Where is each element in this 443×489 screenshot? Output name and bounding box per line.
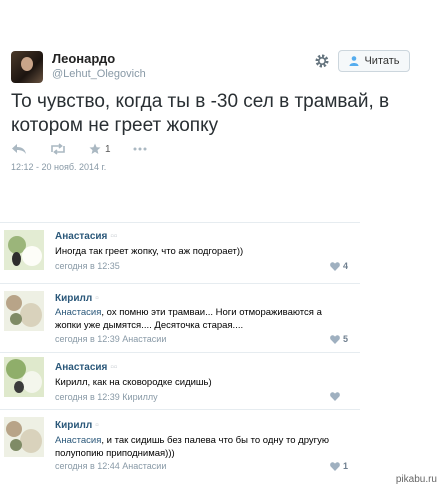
comment-text: Иногда так греет жопку, что аж подгорает… xyxy=(55,246,244,257)
divider xyxy=(0,409,360,410)
star-icon xyxy=(89,143,101,154)
avatar[interactable] xyxy=(4,291,44,331)
avatar[interactable] xyxy=(4,357,44,397)
author-avatar[interactable] xyxy=(11,51,43,83)
comment-author-name: Анастасия xyxy=(55,231,108,242)
comment-author[interactable]: Анастасия ▫▫ xyxy=(55,362,117,373)
author-handle[interactable]: @Lehut_Olegovich xyxy=(52,68,146,80)
comment-text: Анастасия, ох помню эти трамваи... Ноги … xyxy=(55,306,340,332)
more-icon[interactable] xyxy=(133,147,147,151)
obscured-text: ▫ xyxy=(95,420,99,431)
like-count: 5 xyxy=(343,334,349,344)
avatar[interactable] xyxy=(4,230,44,270)
like-button[interactable] xyxy=(330,392,343,401)
like-button[interactable]: 1 xyxy=(330,461,348,471)
comment-author[interactable]: Кирилл ▫ xyxy=(55,420,99,431)
follow-user-icon xyxy=(349,56,359,66)
comment-author-name: Кирилл xyxy=(55,420,93,431)
comment-text: Анастасия, и так сидишь без палева что б… xyxy=(55,434,340,460)
retweet-icon[interactable] xyxy=(49,143,67,155)
obscured-text: ▫▫ xyxy=(110,231,118,242)
comment-meta[interactable]: сегодня в 12:39 Кириллу xyxy=(55,392,158,402)
favorite-count: 1 xyxy=(105,143,111,155)
like-button[interactable]: 4 xyxy=(330,261,348,271)
like-count: 4 xyxy=(343,261,349,271)
tweet-text: То чувство, когда ты в -30 сел в трамвай… xyxy=(11,91,390,136)
follow-label: Читать xyxy=(364,55,400,67)
divider xyxy=(0,352,360,353)
divider xyxy=(0,283,360,284)
comment-author-name: Кирилл xyxy=(55,293,93,304)
comment-text: Кирилл, как на сковородке сидишь) xyxy=(55,377,212,388)
gear-icon[interactable] xyxy=(314,53,330,69)
obscured-text: ▫▫ xyxy=(110,362,118,373)
comment-author-name: Анастасия xyxy=(55,362,108,373)
heart-icon xyxy=(330,261,340,271)
mention-link[interactable]: Анастасия xyxy=(55,307,101,318)
obscured-text: ▫ xyxy=(95,293,99,304)
tweet-timestamp[interactable]: 12:12 - 20 нояб. 2014 г. xyxy=(11,162,106,172)
avatar[interactable] xyxy=(4,417,44,457)
heart-icon xyxy=(330,334,340,344)
tweet-card: Леонардо @Lehut_Olegovich Читать То чувс… xyxy=(0,0,443,205)
comment-meta[interactable]: сегодня в 12:39 Анастасии xyxy=(55,334,166,344)
watermark: pikabu.ru xyxy=(395,474,437,485)
comment-meta[interactable]: сегодня в 12:44 Анастасии xyxy=(55,461,166,471)
follow-button[interactable]: Читать xyxy=(338,50,410,72)
like-button[interactable]: 5 xyxy=(330,334,348,344)
favorite-button[interactable]: 1 xyxy=(89,143,111,155)
comment-author[interactable]: Кирилл ▫ xyxy=(55,293,99,304)
like-count: 1 xyxy=(343,461,349,471)
tweet-actions: 1 xyxy=(11,142,169,156)
reply-icon[interactable] xyxy=(11,143,27,155)
author-name[interactable]: Леонардо xyxy=(52,51,115,66)
mention-link[interactable]: Анастасия xyxy=(55,435,101,446)
comment-author[interactable]: Анастасия ▫▫ xyxy=(55,231,117,242)
heart-icon xyxy=(330,392,340,401)
divider xyxy=(0,222,360,223)
heart-icon xyxy=(330,461,340,471)
comment-meta[interactable]: сегодня в 12:35 xyxy=(55,261,120,271)
